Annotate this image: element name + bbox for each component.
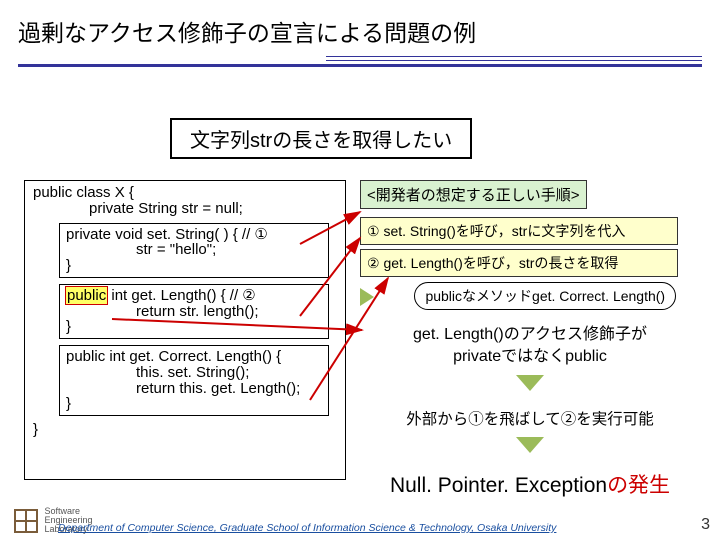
code-line: this. set. String(); <box>66 365 322 381</box>
code-sample: public class X { private String str = nu… <box>24 180 346 480</box>
method-getlength: public int get. Length() { // ② return s… <box>59 284 329 339</box>
code-line: private void set. String( ) { // ① <box>66 227 322 243</box>
npe-red-text: の発生 <box>607 474 670 497</box>
page-number: 3 <box>701 516 710 534</box>
method-getcorrectlength: public int get. Correct. Length() { this… <box>59 345 329 416</box>
title-rule <box>18 56 702 68</box>
code-line: } <box>66 319 322 335</box>
code-line: return str. length(); <box>66 304 322 320</box>
bubble-row: publicなメソッドget. Correct. Length() <box>360 281 700 310</box>
method-bubble: publicなメソッドget. Correct. Length() <box>414 282 676 310</box>
procedure-step-2: ② get. Length()を呼び，strの長さを取得 <box>360 249 678 277</box>
code-line: } <box>66 396 322 412</box>
code-line: public int get. Length() { // ② <box>66 288 322 304</box>
note-line: get. Length()のアクセス修飾子が <box>360 324 700 346</box>
code-text: int get. Length() { // ② <box>107 287 256 304</box>
procedure-heading: <開発者の想定する正しい手順> <box>360 180 587 209</box>
arrow-down-icon <box>516 437 544 453</box>
code-line: } <box>66 258 322 274</box>
public-highlight: public <box>66 287 107 304</box>
explanation-column: <開発者の想定する正しい手順> ① set. String()を呼び，strに文… <box>360 180 700 499</box>
npe-result: Null. Pointer. Exceptionの発生 <box>360 469 700 499</box>
arrow-right-icon <box>360 288 374 306</box>
code-line: private String str = null; <box>33 201 337 217</box>
arrow-down-icon <box>516 375 544 391</box>
code-line: public class X { <box>33 185 337 201</box>
footer-affiliation: Department of Computer Science, Graduate… <box>58 522 698 534</box>
method-setstring: private void set. String( ) { // ① str =… <box>59 223 329 278</box>
procedure-step-1: ① set. String()を呼び，strに文字列を代入 <box>360 217 678 245</box>
slide-title: 過剰なアクセス修飾子の宣言による問題の例 <box>0 0 720 56</box>
note-line: privateではなくpublic <box>360 346 700 368</box>
code-line: return this. get. Length(); <box>66 381 322 397</box>
code-line: public int get. Correct. Length() { <box>66 349 322 365</box>
npe-text: Null. Pointer. Exception <box>390 474 607 497</box>
access-modifier-note: get. Length()のアクセス修飾子が privateではなくpublic <box>360 324 700 367</box>
logo-icon <box>14 509 38 533</box>
consequence-note: 外部から①を飛ばして②を実行可能 <box>360 407 700 429</box>
code-line: } <box>33 422 337 438</box>
code-line: str = "hello"; <box>66 242 322 258</box>
goal-box: 文字列strの長さを取得したい <box>170 118 472 159</box>
